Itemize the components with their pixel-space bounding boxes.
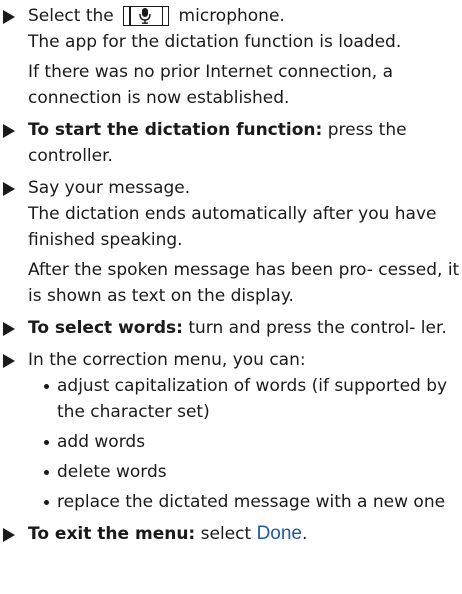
step-select-words: To select words: turn and press the cont… xyxy=(0,315,462,341)
correction-options-list: adjust capitalization of words (if suppo… xyxy=(0,373,462,515)
step-arrow-icon xyxy=(3,354,15,368)
step-arrow-icon xyxy=(3,182,15,196)
done-button-reference: Done xyxy=(256,523,302,544)
step-bold-lead: To exit the menu: xyxy=(28,524,196,544)
result-text: The app for the dictation function is lo… xyxy=(28,32,402,52)
step-select-microphone: Select the microphone. xyxy=(0,3,462,29)
step-text-post: microphone. xyxy=(173,6,285,26)
step-say-message: Say your message. xyxy=(0,175,462,201)
manual-page: Select the microphone. The app for the d… xyxy=(0,0,462,594)
step-text-end: . xyxy=(301,524,308,544)
result-text: If there was no prior Internet connectio… xyxy=(28,62,394,108)
list-item: delete words xyxy=(44,459,462,485)
step-correction-menu: In the correction menu, you can: xyxy=(0,347,462,373)
list-item: replace the dictated message with a new … xyxy=(44,489,462,515)
step-exit-menu: To exit the menu: select Done. xyxy=(0,521,462,547)
step-text-pre: Select the xyxy=(28,6,120,26)
step-arrow-icon xyxy=(3,124,15,138)
step-arrow-icon xyxy=(3,10,15,24)
step-text: Say your message. xyxy=(28,178,191,198)
result-text: After the spoken message has been pro- c… xyxy=(28,260,460,306)
microphone-icon xyxy=(123,6,170,26)
step-text: In the correction menu, you can: xyxy=(28,350,306,370)
step-text: select xyxy=(195,524,257,544)
step-text: turn and press the control- ler. xyxy=(182,318,447,338)
step-arrow-icon xyxy=(3,322,15,336)
step-bold-lead: To select words: xyxy=(28,318,183,338)
list-item: add words xyxy=(44,429,462,455)
list-item: adjust capitalization of words (if suppo… xyxy=(44,373,462,425)
result-text: The dictation ends automatically after y… xyxy=(28,204,437,250)
step-start-dictation: To start the dictation function: press t… xyxy=(0,117,462,169)
step-arrow-icon xyxy=(3,528,15,542)
step-bold-lead: To start the dictation function: xyxy=(28,120,323,140)
